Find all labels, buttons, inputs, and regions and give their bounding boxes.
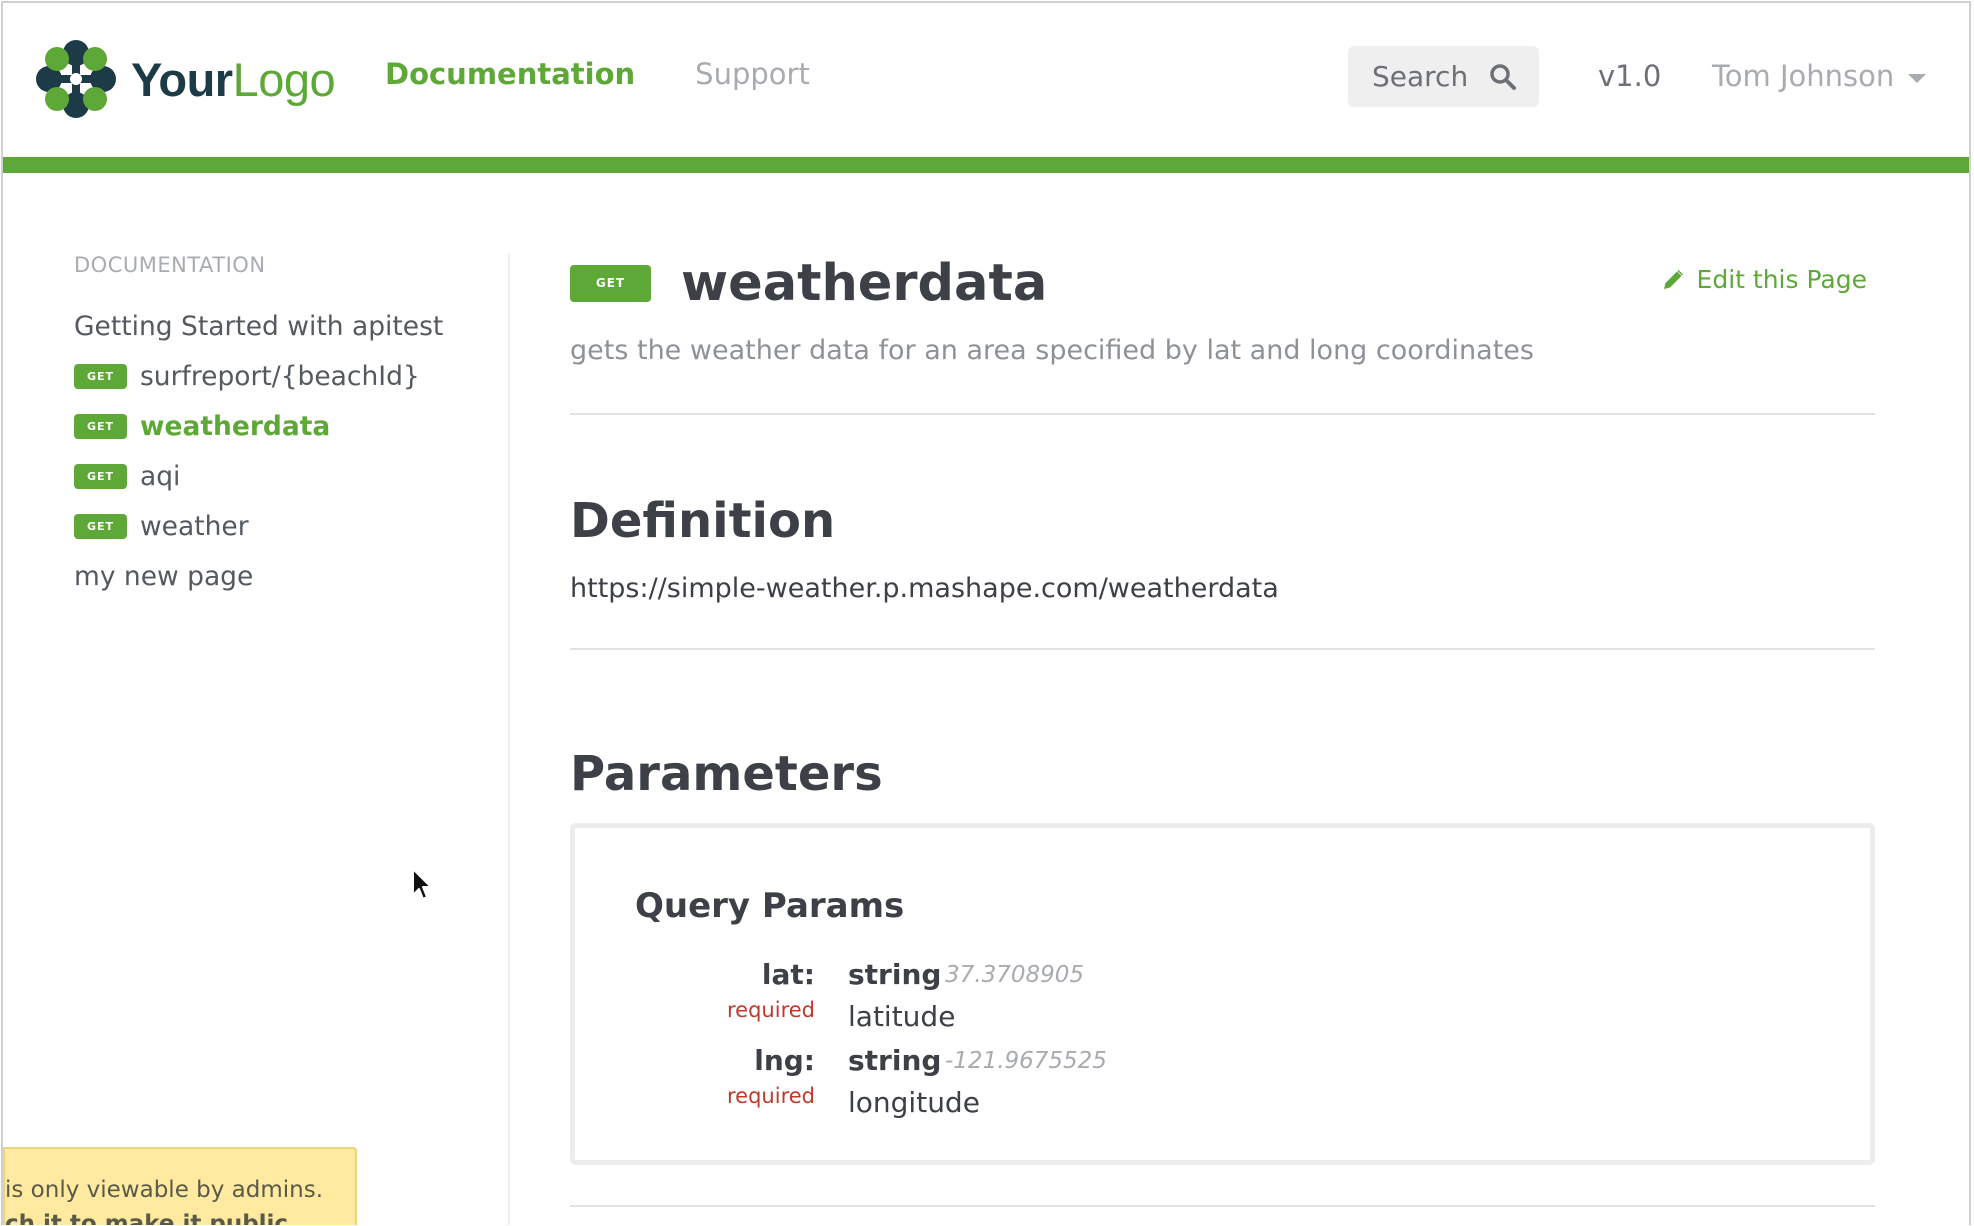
caret-down-icon bbox=[1908, 73, 1927, 83]
page-subtitle: gets the weather data for an area specif… bbox=[570, 335, 1534, 366]
divider bbox=[570, 1205, 1875, 1207]
divider bbox=[570, 648, 1875, 650]
sidebar-item-label: surfreport/{beachId} bbox=[140, 360, 420, 392]
sidebar-item-aqi[interactable]: GET aqi bbox=[74, 451, 494, 501]
main-nav: Documentation Support bbox=[385, 57, 810, 91]
sidebar-item-getting-started[interactable]: Getting Started with apitest bbox=[74, 301, 494, 351]
param-required: required bbox=[727, 1084, 815, 1108]
sidebar-item-weatherdata[interactable]: GET weatherdata bbox=[74, 401, 494, 451]
admin-notice: is only viewable by admins. ch it to mak… bbox=[3, 1147, 357, 1225]
search-label: Search bbox=[1372, 60, 1469, 93]
param-name: lat: bbox=[761, 958, 815, 991]
sidebar-divider bbox=[508, 253, 510, 1225]
get-badge: GET bbox=[570, 264, 651, 302]
nav-support[interactable]: Support bbox=[695, 57, 810, 91]
edit-page-label: Edit this Page bbox=[1696, 265, 1867, 294]
get-badge: GET bbox=[74, 363, 127, 389]
logo-text-logo: Logo bbox=[232, 52, 336, 106]
main-content: GET weatherdata Edit this Page gets the … bbox=[570, 253, 1875, 1207]
sidebar-item-surfreport[interactable]: GET surfreport/{beachId} bbox=[74, 351, 494, 401]
param-type: string bbox=[848, 958, 942, 991]
title-row: GET weatherdata Edit this Page bbox=[570, 253, 1875, 313]
edit-page-link[interactable]: Edit this Page bbox=[1661, 265, 1867, 294]
page-title: weatherdata bbox=[681, 253, 1048, 313]
admin-notice-line1: is only viewable by admins. bbox=[5, 1177, 324, 1203]
divider bbox=[570, 413, 1875, 415]
param-name: lng: bbox=[754, 1044, 815, 1077]
param-type: string bbox=[848, 1044, 942, 1077]
header-accent-bar bbox=[3, 157, 1969, 173]
user-menu[interactable]: Tom Johnson bbox=[1712, 59, 1927, 93]
sidebar-item-label: weather bbox=[140, 510, 249, 542]
parameters-box: Query Params lat: required string 37.370… bbox=[570, 823, 1875, 1165]
query-params-heading: Query Params bbox=[635, 886, 905, 926]
pencil-icon bbox=[1663, 269, 1683, 289]
sidebar-item-my-new-page[interactable]: my new page bbox=[74, 551, 494, 601]
sidebar-item-weather[interactable]: GET weather bbox=[74, 501, 494, 551]
sidebar-heading: DOCUMENTATION bbox=[74, 253, 266, 277]
definition-heading: Definition bbox=[570, 493, 836, 549]
logo-text-your: Your bbox=[131, 52, 233, 106]
logo-text: YourLogo bbox=[131, 52, 336, 107]
user-name: Tom Johnson bbox=[1712, 59, 1895, 93]
top-header: YourLogo Documentation Support Search v1… bbox=[3, 3, 1969, 157]
param-example: -121.9675525 bbox=[945, 1048, 1107, 1074]
get-badge: GET bbox=[74, 463, 127, 489]
nav-documentation[interactable]: Documentation bbox=[385, 57, 635, 91]
sidebar-item-label: weatherdata bbox=[140, 410, 331, 442]
sidebar-item-label: my new page bbox=[74, 560, 254, 592]
logo[interactable]: YourLogo bbox=[33, 37, 336, 121]
definition-url: https://simple-weather.p.mashape.com/wea… bbox=[570, 573, 1279, 604]
search-button[interactable]: Search bbox=[1348, 46, 1539, 107]
param-required: required bbox=[727, 998, 815, 1022]
sidebar-item-label: aqi bbox=[140, 460, 181, 492]
sidebar-item-label: Getting Started with apitest bbox=[74, 310, 444, 342]
search-icon bbox=[1490, 64, 1516, 90]
get-badge: GET bbox=[74, 513, 127, 539]
param-description: longitude bbox=[848, 1086, 980, 1119]
parameters-heading: Parameters bbox=[570, 746, 883, 802]
browser-frame: YourLogo Documentation Support Search v1… bbox=[1, 1, 1971, 1225]
param-description: latitude bbox=[848, 1000, 956, 1033]
mouse-cursor-icon bbox=[412, 868, 432, 900]
admin-notice-line2[interactable]: ch it to make it public bbox=[5, 1207, 355, 1225]
version-selector[interactable]: v1.0 bbox=[1598, 59, 1661, 93]
sidebar: DOCUMENTATION Getting Started with apite… bbox=[74, 253, 494, 601]
param-example: 37.3708905 bbox=[945, 962, 1085, 988]
logo-icon bbox=[36, 40, 116, 118]
get-badge: GET bbox=[74, 413, 127, 439]
